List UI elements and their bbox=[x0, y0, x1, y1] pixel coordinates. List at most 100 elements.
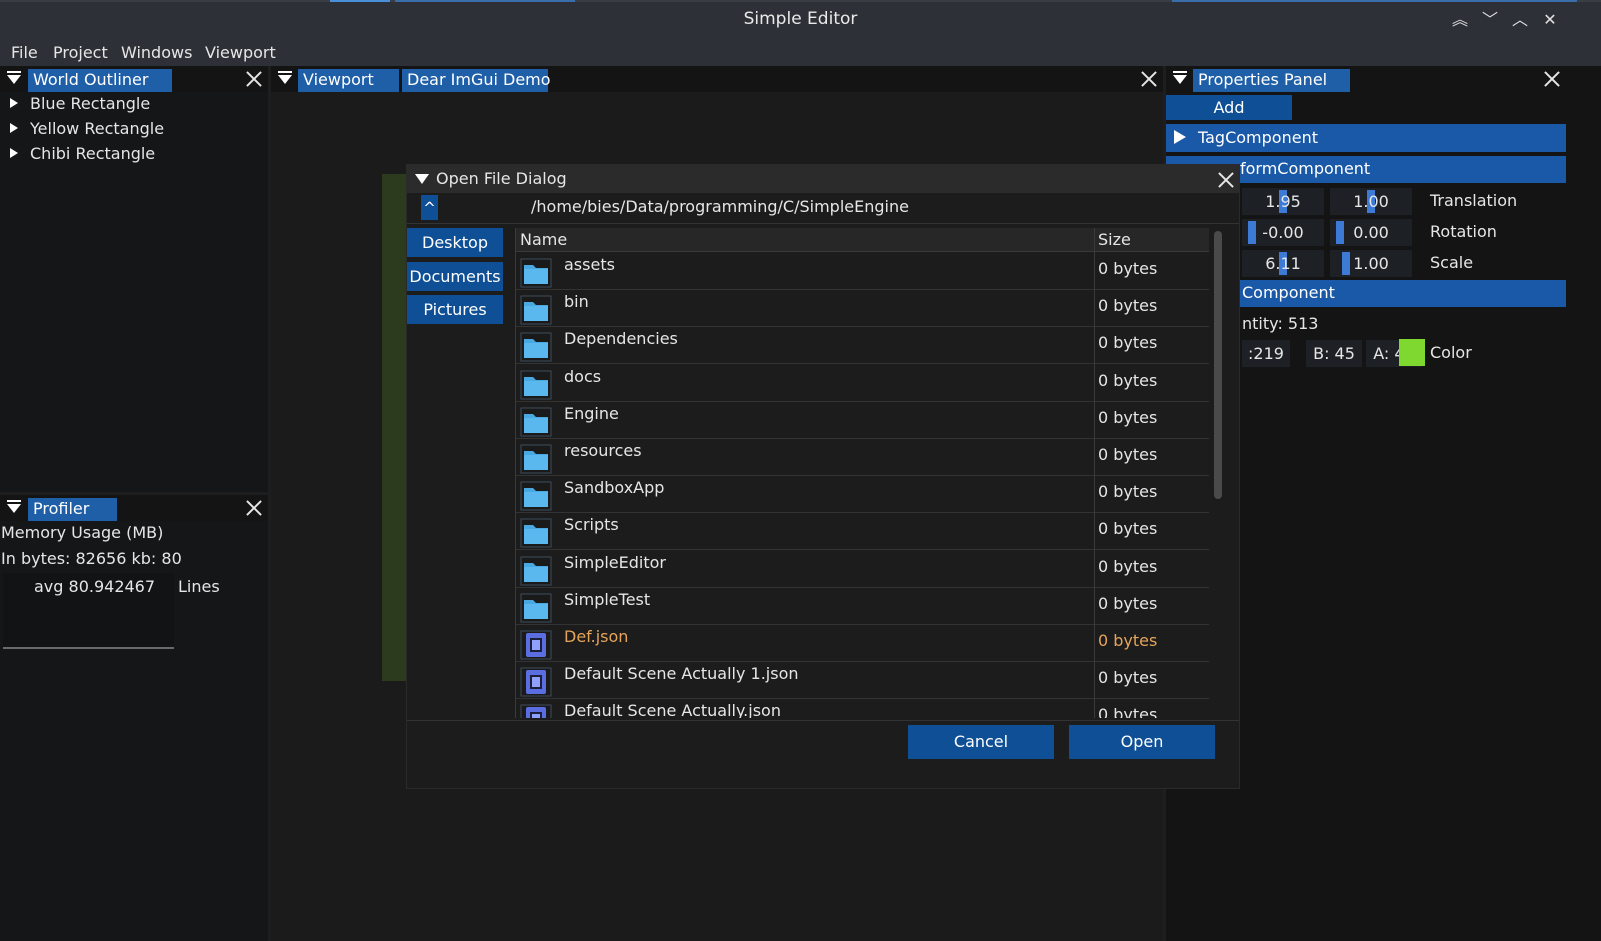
translation-y-field[interactable]: 1.00 bbox=[1330, 188, 1412, 215]
memory-bytes-text: In bytes: 82656 kb: 80 bbox=[1, 549, 182, 568]
file-size: 0 bytes bbox=[1098, 705, 1158, 718]
tab-menu-icon[interactable] bbox=[6, 500, 24, 516]
menu-windows[interactable]: Windows bbox=[121, 43, 192, 62]
profiler-panel: Profiler Memory Usage (MB) In bytes: 826… bbox=[0, 495, 268, 941]
file-row[interactable]: Dependencies 0 bytes bbox=[516, 327, 1209, 365]
file-name: Engine bbox=[564, 403, 619, 423]
rotation-x-field[interactable]: -0.00 bbox=[1242, 219, 1324, 246]
place-documents-button[interactable]: Documents bbox=[407, 262, 503, 291]
file-name: Scripts bbox=[564, 515, 619, 535]
column-separator[interactable] bbox=[1094, 228, 1095, 718]
plot-lines-label: Lines bbox=[178, 577, 220, 596]
file-row[interactable]: SandboxApp 0 bytes bbox=[516, 476, 1209, 514]
maximize-icon[interactable]: ︿ bbox=[1508, 8, 1532, 32]
outliner-tab-bar: World Outliner bbox=[0, 66, 268, 92]
file-row[interactable]: Engine 0 bytes bbox=[516, 402, 1209, 439]
menu-file[interactable]: File bbox=[11, 43, 38, 62]
file-name: Dependencies bbox=[564, 329, 678, 349]
close-window-icon[interactable]: ✕ bbox=[1538, 8, 1562, 32]
viewport-tab-bar: Viewport Dear ImGui Demo bbox=[271, 66, 1163, 92]
translation-x-field[interactable]: 1.95 bbox=[1242, 188, 1324, 215]
file-row[interactable]: resources 0 bytes bbox=[516, 439, 1209, 476]
file-row[interactable]: Scripts 0 bytes bbox=[516, 513, 1209, 551]
file-size: 0 bytes bbox=[1098, 631, 1158, 650]
file-size: 0 bytes bbox=[1098, 333, 1158, 353]
file-name: Default Scene Actually.json bbox=[564, 701, 781, 718]
tab-viewport[interactable]: Viewport bbox=[298, 69, 399, 92]
tag-component-header[interactable]: TagComponent bbox=[1166, 124, 1566, 152]
menu-project[interactable]: Project bbox=[53, 43, 108, 62]
cancel-button[interactable]: Cancel bbox=[908, 725, 1054, 759]
file-icon bbox=[520, 667, 552, 697]
close-icon[interactable] bbox=[1140, 69, 1158, 87]
tab-menu-icon[interactable] bbox=[1172, 71, 1190, 87]
window-title: Simple Editor bbox=[743, 9, 858, 29]
scale-x-field[interactable]: 6.11 bbox=[1242, 250, 1324, 277]
column-size-header[interactable]: Size bbox=[1098, 230, 1131, 249]
file-size: 0 bytes bbox=[1098, 519, 1158, 539]
file-size: 0 bytes bbox=[1098, 445, 1158, 464]
rotation-y-field[interactable]: 0.00 bbox=[1330, 219, 1412, 246]
tree-item-chibi-rectangle[interactable]: Chibi Rectangle bbox=[10, 144, 155, 163]
add-component-button[interactable]: Add Component bbox=[1166, 95, 1292, 142]
tree-item-yellow-rectangle[interactable]: Yellow Rectangle bbox=[10, 119, 164, 138]
close-icon[interactable] bbox=[1543, 69, 1561, 87]
file-name: SandboxApp bbox=[564, 478, 665, 498]
expand-arrow-icon bbox=[1174, 130, 1186, 144]
file-icon bbox=[520, 630, 552, 660]
column-name-header[interactable]: Name bbox=[520, 230, 567, 249]
keep-above-icon[interactable]: ︽ bbox=[1448, 8, 1472, 32]
file-row[interactable]: SimpleTest 0 bytes bbox=[516, 588, 1209, 625]
file-list-scrollbar[interactable] bbox=[1214, 231, 1222, 717]
file-row[interactable]: docs 0 bytes bbox=[516, 365, 1209, 402]
file-row[interactable]: Def.json 0 bytes bbox=[516, 625, 1209, 662]
menu-viewport[interactable]: Viewport bbox=[205, 43, 276, 62]
scale-y-field[interactable]: 1.00 bbox=[1330, 250, 1412, 277]
collapse-arrow-icon[interactable] bbox=[415, 174, 429, 184]
file-row[interactable]: Default Scene Actually.json 0 bytes bbox=[516, 699, 1209, 718]
tab-properties-panel[interactable]: Properties Panel bbox=[1193, 69, 1350, 92]
parent-directory-button[interactable]: ^ bbox=[421, 195, 438, 220]
dialog-title-bar[interactable]: Open File Dialog bbox=[407, 165, 1239, 193]
close-icon[interactable] bbox=[1217, 170, 1235, 188]
file-name: assets bbox=[564, 255, 615, 274]
file-name: resources bbox=[564, 441, 642, 460]
close-icon[interactable] bbox=[245, 69, 263, 87]
file-size: 0 bytes bbox=[1098, 259, 1158, 278]
open-button[interactable]: Open bbox=[1069, 725, 1215, 759]
color-b-field[interactable]: B: 45 bbox=[1306, 340, 1362, 367]
profiler-tab-bar: Profiler bbox=[0, 495, 268, 521]
place-pictures-button[interactable]: Pictures bbox=[407, 295, 503, 324]
color-swatch[interactable] bbox=[1399, 339, 1425, 366]
tab-dear-imgui-demo[interactable]: Dear ImGui Demo bbox=[402, 69, 551, 92]
expand-arrow-icon[interactable] bbox=[10, 123, 18, 133]
expand-arrow-icon[interactable] bbox=[10, 98, 18, 108]
tab-menu-icon[interactable] bbox=[6, 71, 24, 87]
file-name: SimpleTest bbox=[564, 589, 651, 609]
expand-arrow-icon[interactable] bbox=[10, 148, 18, 158]
file-size: 0 bytes bbox=[1098, 556, 1158, 576]
close-icon[interactable] bbox=[245, 498, 263, 516]
place-desktop-button[interactable]: Desktop bbox=[407, 228, 503, 257]
tab-profiler[interactable]: Profiler bbox=[28, 498, 117, 521]
rotation-label: Rotation bbox=[1430, 222, 1497, 241]
title-bar: Simple Editor ︽ ﹀ ︿ ✕ bbox=[0, 0, 1601, 40]
file-name: docs bbox=[564, 366, 602, 386]
color-g-field[interactable]: :219 bbox=[1242, 340, 1290, 367]
file-row[interactable]: SimpleEditor 0 bytes bbox=[516, 551, 1209, 588]
file-table-header: Name Size bbox=[516, 228, 1209, 252]
file-row[interactable]: bin 0 bytes bbox=[516, 290, 1209, 328]
tree-item-blue-rectangle[interactable]: Blue Rectangle bbox=[10, 94, 150, 113]
file-row[interactable]: assets 0 bytes bbox=[516, 253, 1209, 290]
minimize-icon[interactable]: ﹀ bbox=[1478, 8, 1502, 32]
file-row[interactable]: Default Scene Actually 1.json 0 bytes bbox=[516, 662, 1209, 700]
color-label: Color bbox=[1430, 343, 1472, 362]
tab-menu-icon[interactable] bbox=[277, 71, 295, 87]
file-size: 0 bytes bbox=[1098, 668, 1158, 688]
path-row: ^ /home/bies/Data/programming/C/SimpleEn… bbox=[407, 193, 1239, 223]
memory-plot-avg: avg 80.942467 bbox=[34, 577, 156, 596]
scrollbar-thumb[interactable] bbox=[1214, 231, 1222, 499]
menu-bar: File Project Windows Viewport bbox=[0, 40, 1601, 66]
world-outliner-panel: World Outliner Blue Rectangle Yellow Rec… bbox=[0, 66, 268, 492]
tab-world-outliner[interactable]: World Outliner bbox=[28, 69, 172, 92]
